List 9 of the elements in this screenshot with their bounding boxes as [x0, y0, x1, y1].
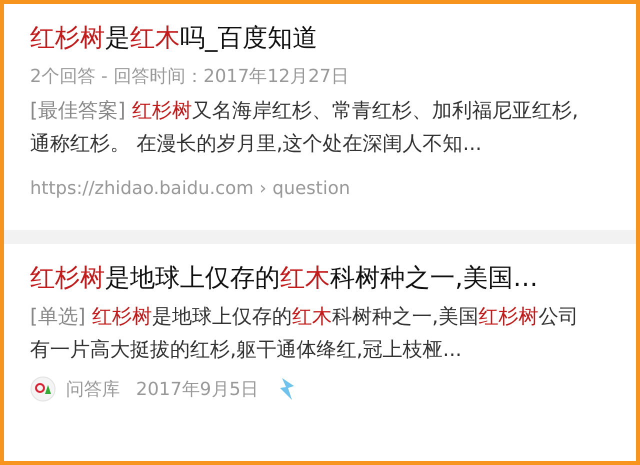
- site-logo-icon: [30, 376, 56, 402]
- result-snippet: [单选] 红杉树是地球上仅存的红木科树种之一,美国红杉树公司有一片高大挺拔的红杉,躯干通体绛红,冠上枝桠...: [30, 303, 580, 363]
- answer-meta: 2个回答 - 回答时间：2017年12月27日: [30, 65, 350, 89]
- lightning-icon: [278, 378, 295, 400]
- result-snippet: [最佳答案] 红杉树又名海岸红杉、常青红杉、加利福尼亚红杉,通称红杉。 在漫长的岁月里,这个处在深闺人不知...: [30, 97, 580, 157]
- result-title[interactable]: 红杉树是地球上仅存的红木科树种之一,美国…: [30, 258, 610, 298]
- answer-date: 2017年9月5日: [136, 378, 259, 401]
- source-name: 问答库: [66, 378, 120, 401]
- result-title[interactable]: 红杉树是红木吗_百度知道: [30, 18, 610, 58]
